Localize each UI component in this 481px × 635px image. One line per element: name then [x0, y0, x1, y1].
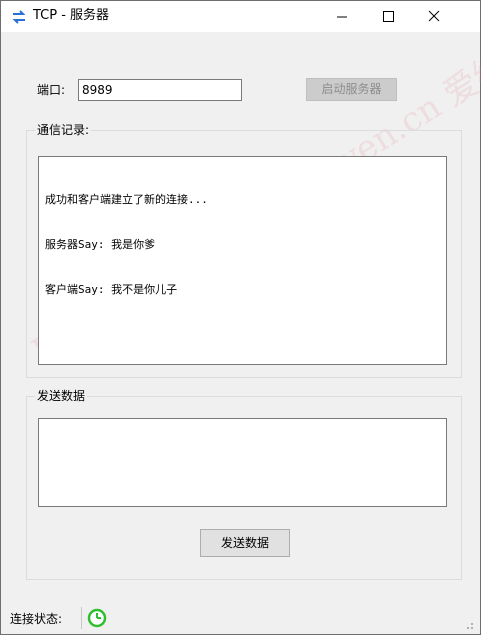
log-group-label: 通信记录: [35, 123, 92, 137]
connection-status-label: 连接状态: [10, 612, 63, 626]
maximize-button[interactable] [365, 1, 411, 32]
network-transfer-icon [11, 9, 27, 25]
title-bar[interactable]: TCP - 服务器 [1, 1, 480, 32]
send-textarea[interactable] [38, 418, 447, 507]
minimize-button[interactable] [319, 1, 365, 32]
resize-grip-icon[interactable] [463, 619, 475, 631]
port-label: 端口: [37, 83, 66, 97]
log-line: 客户端Say: 我不是你儿子 [45, 283, 178, 296]
log-textarea[interactable]: 成功和客户端建立了新的连接... 服务器Say: 我是你爹 客户端Say: 我不… [38, 156, 447, 365]
log-line: 服务器Say: 我是你爹 [45, 238, 156, 251]
window-title: TCP - 服务器 [33, 8, 110, 23]
minimize-icon [337, 16, 347, 18]
send-data-button[interactable]: 发送数据 [200, 529, 290, 557]
main-window: TCP - 服务器 Programmer Subingwen.cn 爱编程的大丙… [0, 0, 481, 635]
send-group-label: 发送数据 [35, 389, 88, 403]
close-button[interactable] [411, 1, 457, 32]
maximize-icon [383, 11, 394, 22]
status-bar: 连接状态: [1, 603, 480, 634]
log-line: 成功和客户端建立了新的连接... [45, 193, 208, 206]
connected-status-icon [87, 608, 107, 628]
start-server-button[interactable]: 启动服务器 [306, 78, 397, 101]
close-icon [428, 10, 440, 22]
status-separator [81, 607, 82, 629]
port-input[interactable] [78, 79, 242, 101]
